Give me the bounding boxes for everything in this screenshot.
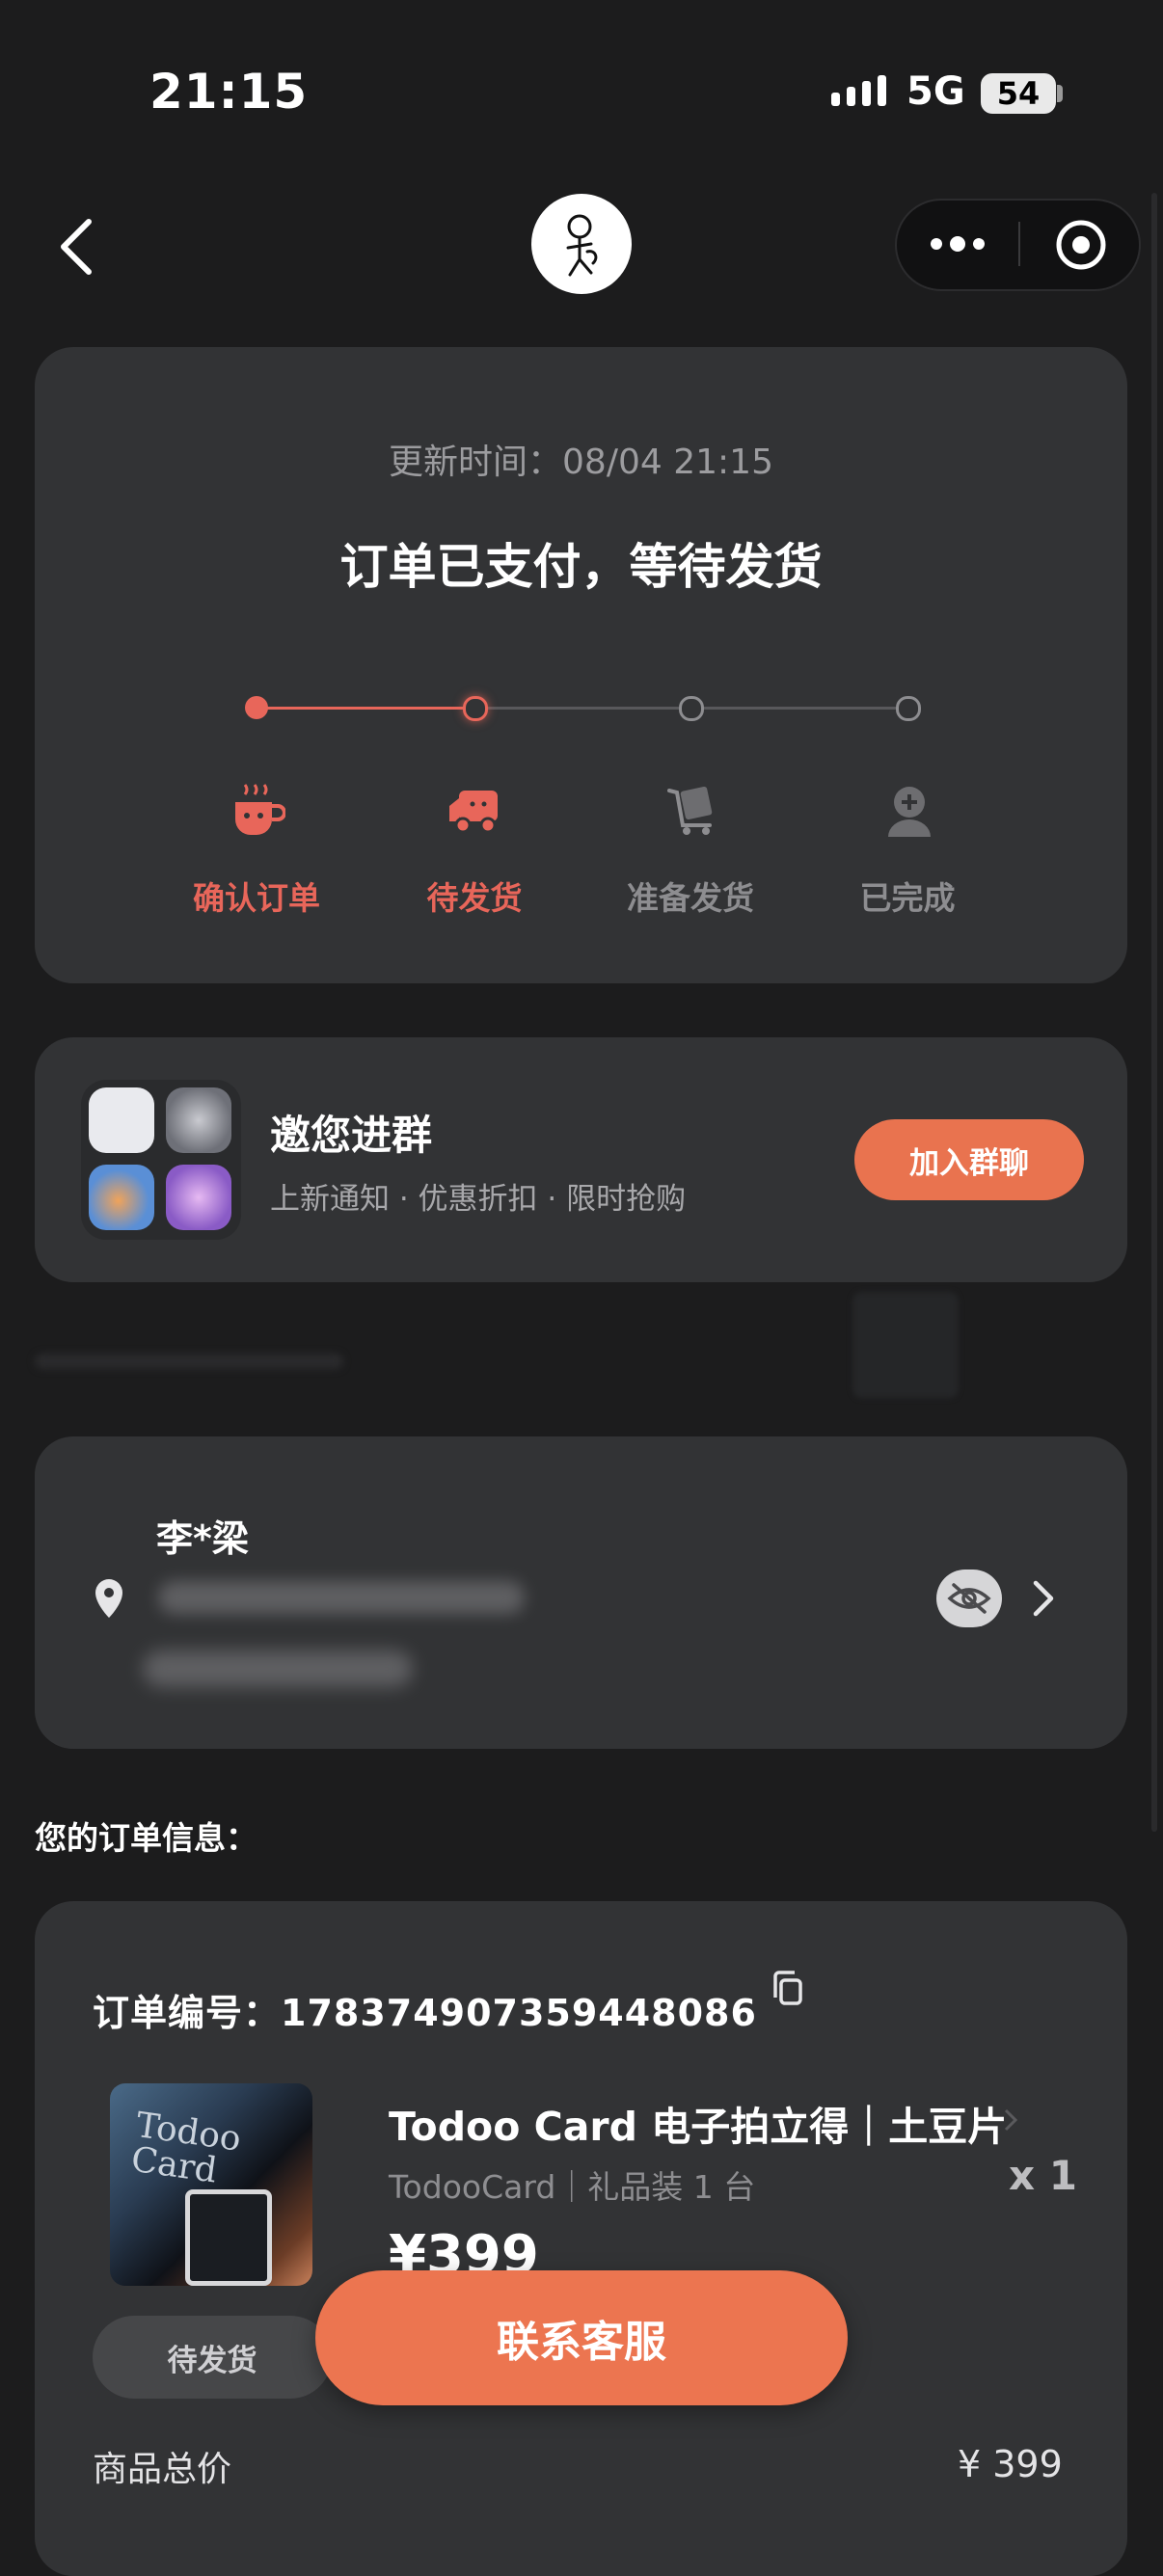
progress-dot	[896, 696, 921, 721]
phone-line-redacted	[143, 1650, 413, 1687]
group-invite-subtitle: 上新通知 · 优惠折扣 · 限时抢购	[270, 1182, 687, 1217]
status-time: 21:15	[149, 64, 309, 120]
target-circle-icon[interactable]	[1054, 218, 1108, 272]
progress-dot	[463, 696, 488, 721]
chevron-right-icon[interactable]	[1028, 1577, 1057, 1620]
group-avatar-tile	[89, 1165, 154, 1230]
person-badge-icon	[880, 781, 938, 839]
signal-icon	[831, 75, 886, 106]
blurred-thumb	[852, 1292, 959, 1398]
blurred-row	[35, 1354, 343, 1369]
address-line-redacted	[158, 1581, 525, 1614]
product-quantity: x 1	[1009, 2152, 1077, 2199]
product-thumbnail-text: Todoo Card	[128, 2105, 244, 2191]
order-number: 订单编号：178374907359448086	[93, 1992, 757, 2034]
copy-icon[interactable]	[770, 1969, 808, 2011]
package-cart-icon	[663, 781, 721, 839]
back-chevron-icon[interactable]	[48, 208, 106, 285]
group-avatar-tile	[89, 1087, 154, 1153]
step-label-pending-ship: 待发货	[426, 879, 523, 917]
product-card-frame	[185, 2189, 272, 2286]
location-pin-icon	[93, 1577, 125, 1620]
group-invite-card[interactable]: 邀您进群 上新通知 · 优惠折扣 · 限时抢购 加入群聊	[35, 1037, 1127, 1282]
recipient-name: 李*梁	[156, 1517, 249, 1560]
order-status-card: 更新时间：08/04 21:15 订单已支付，等待发货 确认订单 待发货 准备发…	[35, 347, 1127, 983]
chevron-right-icon[interactable]	[1001, 2106, 1020, 2134]
step-label-confirm: 确认订单	[193, 879, 320, 917]
delivery-truck-icon	[446, 781, 503, 839]
total-price-value: ¥ 399	[958, 2443, 1063, 2485]
order-status-pill: 待发货	[93, 2316, 332, 2399]
order-info-card: 订单编号：178374907359448086 Todoo Card Todoo…	[35, 1901, 1127, 2576]
group-avatar-grid	[81, 1080, 241, 1240]
stick-figure-logo-icon[interactable]	[531, 194, 632, 294]
step-label-preparing: 准备发货	[627, 879, 754, 917]
order-info-section-title: 您的订单信息：	[35, 1819, 257, 1857]
eye-off-icon[interactable]	[936, 1570, 1002, 1627]
capsule-divider	[1018, 222, 1020, 266]
order-status-headline: 订单已支付，等待发货	[339, 539, 823, 595]
coffee-cup-icon	[228, 781, 286, 839]
product-variant: TodooCard｜礼品装 1 台	[389, 2168, 756, 2206]
progress-line-done	[257, 707, 474, 710]
battery-icon: 54	[981, 73, 1056, 114]
update-time: 更新时间：08/04 21:15	[389, 443, 773, 482]
scrollbar[interactable]	[1151, 193, 1157, 1832]
total-price-label: 商品总价	[93, 2450, 232, 2489]
group-avatar-tile	[166, 1087, 231, 1153]
product-thumbnail[interactable]: Todoo Card	[110, 2083, 312, 2286]
progress-dot	[245, 696, 268, 719]
contact-support-button[interactable]: 联系客服	[315, 2270, 848, 2405]
product-name[interactable]: Todoo Card 电子拍立得｜土豆片	[389, 2094, 1007, 2152]
step-label-completed: 已完成	[859, 879, 956, 917]
group-invite-title: 邀您进群	[270, 1112, 433, 1159]
battery-tip	[1057, 85, 1063, 102]
network-type: 5G	[906, 69, 965, 114]
more-dots-icon[interactable]	[928, 227, 987, 261]
group-avatar-tile	[166, 1165, 231, 1230]
address-card[interactable]: 李*梁	[35, 1436, 1127, 1749]
join-group-button[interactable]: 加入群聊	[854, 1119, 1084, 1200]
progress-dot	[679, 696, 704, 721]
